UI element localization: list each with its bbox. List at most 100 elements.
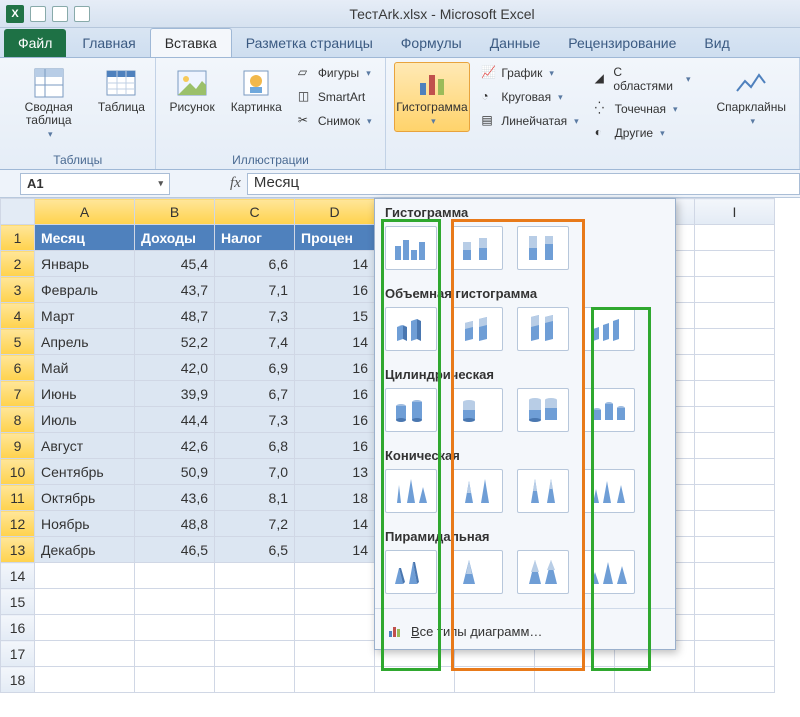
col-header-c[interactable]: C [215, 199, 295, 225]
cell[interactable]: 7,0 [215, 459, 295, 485]
tab-home[interactable]: Главная [68, 29, 149, 57]
cell[interactable]: 13 [295, 459, 375, 485]
select-all-corner[interactable] [1, 199, 35, 225]
chart-pyramid-3d[interactable] [583, 550, 635, 594]
chart-cone-3d[interactable] [583, 469, 635, 513]
row-header[interactable]: 10 [1, 459, 35, 485]
cell[interactable]: 14 [295, 251, 375, 277]
chart-3d-column[interactable] [583, 307, 635, 351]
row-header[interactable]: 7 [1, 381, 35, 407]
tab-file[interactable]: Файл [4, 29, 66, 57]
bar-chart-button[interactable]: ▤Линейчатая [476, 110, 583, 132]
chart-cone-clustered[interactable] [385, 469, 437, 513]
row-header[interactable]: 9 [1, 433, 35, 459]
cell[interactable]: 52,2 [135, 329, 215, 355]
cell[interactable]: 16 [295, 381, 375, 407]
row-header[interactable]: 16 [1, 615, 35, 641]
pivot-table-button[interactable]: Сводная таблица [8, 62, 89, 145]
chart-stacked-column[interactable] [451, 226, 503, 270]
cell[interactable]: Апрель [35, 329, 135, 355]
cell[interactable]: 14 [295, 511, 375, 537]
area-chart-button[interactable]: ◢С областями [590, 62, 696, 96]
row-header[interactable]: 17 [1, 641, 35, 667]
excel-app-icon[interactable]: X [6, 5, 24, 23]
cell[interactable]: 7,3 [215, 407, 295, 433]
row-header[interactable]: 1 [1, 225, 35, 251]
cell[interactable]: Доходы [135, 225, 215, 251]
cell[interactable]: 16 [295, 355, 375, 381]
row-header[interactable]: 4 [1, 303, 35, 329]
save-icon[interactable] [30, 6, 46, 22]
cell[interactable]: 50,9 [135, 459, 215, 485]
row-header[interactable]: 5 [1, 329, 35, 355]
cell[interactable]: Процен [295, 225, 375, 251]
row-header[interactable]: 15 [1, 589, 35, 615]
row-header[interactable]: 6 [1, 355, 35, 381]
cell[interactable]: Май [35, 355, 135, 381]
cell[interactable]: 14 [295, 537, 375, 563]
other-charts-button[interactable]: ◐Другие [590, 122, 696, 144]
sparklines-button[interactable]: Спарклайны [711, 62, 791, 132]
chart-3d-stacked-column[interactable] [451, 307, 503, 351]
cell[interactable]: 7,4 [215, 329, 295, 355]
cell[interactable]: 16 [295, 433, 375, 459]
formula-input[interactable]: Месяц [247, 173, 800, 195]
cell[interactable]: 7,1 [215, 277, 295, 303]
cell[interactable] [695, 225, 775, 251]
cell[interactable]: 43,7 [135, 277, 215, 303]
cell[interactable]: 6,8 [215, 433, 295, 459]
chart-cylinder-100pct[interactable] [517, 388, 569, 432]
clipart-button[interactable]: Картинка [226, 62, 287, 119]
redo-icon[interactable] [74, 6, 90, 22]
chart-cone-100pct[interactable] [517, 469, 569, 513]
pie-chart-button[interactable]: ◔Круговая [476, 86, 583, 108]
tab-data[interactable]: Данные [476, 29, 555, 57]
cell[interactable]: 48,7 [135, 303, 215, 329]
row-header[interactable]: 18 [1, 667, 35, 693]
row-header[interactable]: 13 [1, 537, 35, 563]
row-header[interactable]: 12 [1, 511, 35, 537]
all-chart-types-button[interactable]: Все типы диаграмм… [375, 613, 675, 649]
chevron-down-icon[interactable]: ▾ [158, 178, 163, 189]
picture-button[interactable]: Рисунок [164, 62, 219, 119]
cell[interactable]: Месяц [35, 225, 135, 251]
fx-icon[interactable]: fx [230, 175, 241, 192]
cell[interactable]: 48,8 [135, 511, 215, 537]
tab-insert[interactable]: Вставка [150, 28, 232, 57]
column-chart-button[interactable]: Гистограмма [394, 62, 471, 132]
shapes-button[interactable]: ▱Фигуры [293, 62, 377, 84]
undo-icon[interactable] [52, 6, 68, 22]
cell[interactable]: Октябрь [35, 485, 135, 511]
cell[interactable]: 6,6 [215, 251, 295, 277]
chart-3d-clustered-column[interactable] [385, 307, 437, 351]
cell[interactable]: 42,0 [135, 355, 215, 381]
chart-100pct-stacked-column[interactable] [517, 226, 569, 270]
screenshot-button[interactable]: ✂Снимок [293, 110, 377, 132]
cell[interactable]: 45,4 [135, 251, 215, 277]
chart-cylinder-3d[interactable] [583, 388, 635, 432]
cell[interactable]: Ноябрь [35, 511, 135, 537]
cell[interactable]: 6,7 [215, 381, 295, 407]
col-header-i[interactable]: I [695, 199, 775, 225]
col-header-b[interactable]: B [135, 199, 215, 225]
chart-pyramid-stacked[interactable] [451, 550, 503, 594]
line-chart-button[interactable]: 📈График [476, 62, 583, 84]
tab-review[interactable]: Рецензирование [554, 29, 690, 57]
cell[interactable]: 42,6 [135, 433, 215, 459]
chart-pyramid-100pct[interactable] [517, 550, 569, 594]
tab-formulas[interactable]: Формулы [387, 29, 476, 57]
cell[interactable]: 6,5 [215, 537, 295, 563]
scatter-chart-button[interactable]: ⁛Точечная [590, 98, 696, 120]
cell[interactable]: 6,9 [215, 355, 295, 381]
name-box[interactable]: A1 ▾ [20, 173, 170, 195]
tab-view[interactable]: Вид [690, 29, 743, 57]
cell[interactable]: 39,9 [135, 381, 215, 407]
cell[interactable]: 14 [295, 329, 375, 355]
row-header[interactable]: 3 [1, 277, 35, 303]
cell[interactable]: 18 [295, 485, 375, 511]
chart-cylinder-stacked[interactable] [451, 388, 503, 432]
cell[interactable]: 15 [295, 303, 375, 329]
chart-pyramid-clustered[interactable] [385, 550, 437, 594]
row-header[interactable]: 14 [1, 563, 35, 589]
row-header[interactable]: 11 [1, 485, 35, 511]
